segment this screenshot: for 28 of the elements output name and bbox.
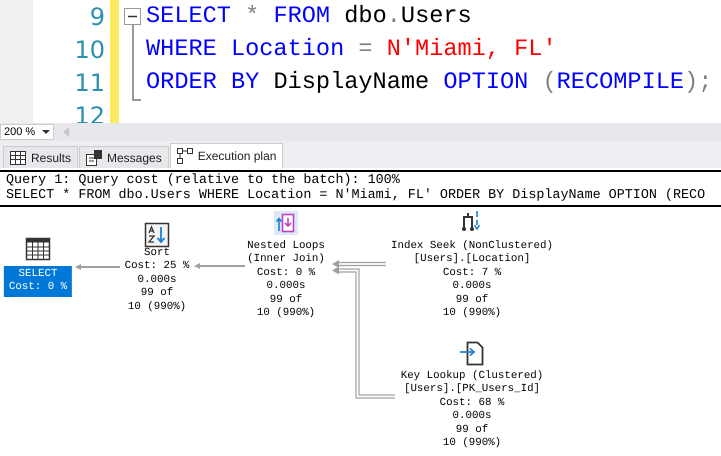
connector-arrow bbox=[75, 264, 120, 270]
plan-icon bbox=[176, 148, 193, 164]
node-label[interactable]: Key Lookup (Clustered) [Users].[PK_Users_Id] Cost: 68 % 0.000s 99 of 10 (990%) bbox=[400, 370, 544, 450]
code-line: ORDER BY DisplayName OPTION (RECOMPILE); bbox=[146, 68, 712, 98]
node-label[interactable]: Index Seek (NonClustered) [Users].[Location] Cost: 7 % 0.000s 99 of 10 (990%) bbox=[391, 240, 553, 320]
code-line: SELECT * FROM dbo.Users bbox=[146, 2, 472, 32]
node-label[interactable]: Nested Loops (Inner Join) Cost: 0 % 0.000s 99 of 10 (990%) bbox=[247, 240, 325, 320]
loop-icon bbox=[272, 209, 300, 237]
grid-icon bbox=[10, 150, 26, 164]
document-icon bbox=[86, 150, 102, 166]
query-text: SELECT * FROM dbo.Users WHERE Location = N'Miami, FL' ORDER BY DisplayName OPTION (RECO bbox=[6, 188, 706, 203]
collapse-icon[interactable] bbox=[124, 8, 142, 25]
tab[interactable]: Results bbox=[3, 146, 78, 168]
connector-arrow bbox=[194, 263, 245, 269]
tab[interactable]: Messages bbox=[79, 146, 169, 168]
document-arrow-icon bbox=[458, 339, 486, 367]
line-number: 10 bbox=[73, 36, 105, 64]
line-number: 11 bbox=[73, 68, 105, 96]
zoom-dropdown[interactable]: 200 % bbox=[0, 124, 54, 140]
selected-node-label[interactable]: SELECT Cost: 0 % bbox=[4, 266, 72, 297]
sort-icon bbox=[143, 221, 171, 249]
caret-icon bbox=[42, 130, 50, 134]
query-text: Query 1: Query cost (relative to the batch): 100% bbox=[6, 173, 401, 188]
table-icon bbox=[24, 235, 52, 263]
tab[interactable]: Execution plan bbox=[170, 143, 284, 168]
code-line: WHERE Location = N'Miami, FL' bbox=[146, 35, 557, 65]
node-label[interactable]: Sort Cost: 25 % 0.000s 99 of 10 (990%) bbox=[124, 247, 190, 314]
line-number: 9 bbox=[88, 2, 105, 30]
